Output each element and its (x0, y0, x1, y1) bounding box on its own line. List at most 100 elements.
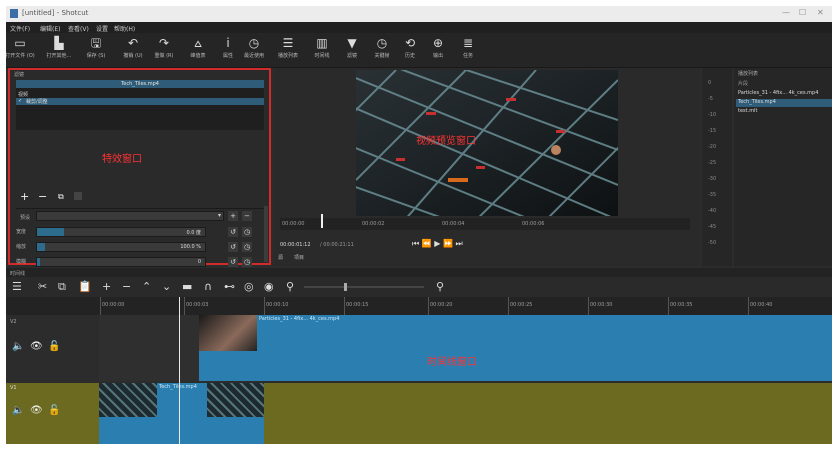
playlist-column: 片段 (738, 81, 749, 87)
reset-icon[interactable]: ↺ (228, 257, 238, 267)
save-button[interactable]: 🖫 保存 (S) (76, 35, 116, 59)
chevron-down-icon: ▾ (217, 212, 221, 219)
meter-tick: -45 (708, 224, 717, 230)
slider-zoom[interactable]: 缩放 100.0 % (16, 242, 226, 252)
reset-icon[interactable]: ↺ (228, 227, 238, 237)
tab-source[interactable]: 源 (278, 254, 283, 261)
play-icon[interactable]: ▶ (434, 239, 440, 248)
slider-track[interactable]: 100.0 % (36, 242, 206, 252)
title-bar: [untitled] - Shotcut — ☐ ✕ (6, 6, 832, 22)
fast-forward-icon[interactable]: ⏩ (443, 239, 453, 248)
checkbox-icon[interactable]: ✓ (18, 98, 22, 104)
copy-icon[interactable]: ⧉ (58, 280, 66, 294)
filters-header: 滤镜 (14, 72, 25, 78)
ripple-all-icon[interactable]: ◉ (264, 280, 274, 293)
save-preset-icon[interactable]: + (228, 211, 238, 221)
effects-window-label: 特效窗口 (102, 154, 142, 165)
toolbar-label: 任务 (462, 53, 473, 59)
add-filter-icon[interactable]: + (20, 190, 29, 203)
paste-filter-icon[interactable] (74, 192, 82, 200)
lock-icon[interactable]: 🔓 (48, 405, 60, 416)
preset-select[interactable]: ▾ (36, 211, 224, 221)
maximize-button[interactable]: ☐ (799, 8, 806, 17)
close-button[interactable]: ✕ (817, 8, 824, 17)
folder-open-button[interactable]: ▭ 打开文件 (O) (6, 35, 40, 59)
filters-scrollbar[interactable] (264, 206, 268, 262)
timeline-playhead[interactable] (179, 297, 180, 444)
keyframe-icon[interactable]: ◷ (242, 227, 252, 237)
lift-icon[interactable]: ⌃ (142, 280, 151, 293)
scrub-playhead[interactable] (321, 214, 323, 228)
meter-tick: -20 (708, 144, 717, 150)
eye-icon[interactable]: 👁 (30, 341, 43, 352)
meter-tick: -5 (708, 96, 713, 102)
clip-thumbnail (207, 383, 264, 417)
minimize-button[interactable]: — (782, 8, 790, 17)
append-icon[interactable]: + (102, 280, 111, 293)
scrub-icon[interactable]: ⊷ (224, 280, 235, 293)
lock-icon[interactable]: 🔓 (48, 341, 60, 352)
eye-icon[interactable]: 👁 (30, 405, 43, 416)
timeline-clip-v1[interactable]: Tech_Tiles.mp4 (99, 383, 264, 444)
copy-filter-icon[interactable]: ⧉ (58, 192, 64, 202)
reset-icon[interactable]: ↺ (228, 242, 238, 252)
slider-track[interactable]: 0 (36, 257, 206, 267)
video-preview[interactable]: 视频预览窗口 (356, 70, 618, 216)
ruler-line (588, 297, 589, 315)
skip-next-icon[interactable]: ⏭ (455, 239, 462, 248)
menu-edit[interactable]: 编辑(E) (40, 24, 60, 33)
playlist-item[interactable]: Tech_Tiles.mp4 (736, 99, 832, 107)
playlist-item[interactable]: test.mlt (736, 108, 832, 116)
menu-file[interactable]: 文件(F) (10, 24, 30, 33)
timeline-ruler[interactable]: 00:00:00 00:00:03 00:00:10 00:00:15 00:00:20… (6, 297, 832, 315)
filter-item[interactable]: ✓ 裁剪/调整 (16, 98, 264, 105)
mute-icon[interactable]: 🔈 (12, 341, 24, 352)
menu-icon[interactable]: ☰ (12, 280, 22, 293)
audio-meter: 0 -5 -10 -15 -20 -25 -30 -35 -40 -45 -50 (702, 68, 732, 266)
menu-view[interactable]: 查看(V) (68, 24, 89, 33)
toolbar-label: 打开文件 (O) (6, 53, 35, 59)
filter-list[interactable]: Tech_Tiles.mp4 视频 ✓ 裁剪/调整 (16, 80, 264, 130)
clip-thumbnail (199, 315, 257, 351)
rewind-icon[interactable]: ⏪ (422, 239, 432, 248)
slider-track[interactable]: 0.0 度 (36, 227, 206, 237)
slider-width[interactable]: 宽度 0.0 度 (16, 227, 226, 237)
playlist-item[interactable]: Particles_31 - 4fix... 4k_ces.mp4 (736, 90, 832, 98)
slider-name: 宽度 (16, 229, 27, 235)
keyframe-icon[interactable]: ◷ (242, 257, 252, 267)
scrub-bar[interactable]: 00:00:00 00:00:02 00:00:04 00:00:06 (280, 214, 690, 230)
ruler-line (428, 297, 429, 315)
tab-project[interactable]: 项目 (294, 254, 304, 261)
slider-fill (37, 228, 64, 236)
menu-help[interactable]: 帮助(H) (114, 24, 135, 33)
jobs-button[interactable]: ≣ 任务 (448, 35, 488, 59)
split-icon[interactable]: ▬ (182, 280, 192, 293)
zoom-in-icon[interactable]: ⚲ (436, 280, 444, 293)
ruler-line (184, 297, 185, 315)
zoom-out-icon[interactable]: ⚲ (286, 280, 294, 293)
overwrite-icon[interactable]: ⌄ (162, 280, 171, 293)
timeline-clip-v2[interactable]: Particles_31 - 4fix... 4k_ces.mp4 时间线窗口 (199, 315, 832, 381)
slider-blur[interactable]: 模糊 0 (16, 257, 226, 267)
mute-icon[interactable]: 🔈 (12, 405, 24, 416)
ruler-tick: 00:00:25 (510, 302, 533, 308)
ruler-tick: 00:00:20 (430, 302, 453, 308)
open-other-button[interactable]: ▙ 打开其他… (39, 35, 79, 59)
filter-clip-name: Tech_Tiles.mp4 (16, 80, 264, 88)
paste-icon[interactable]: 📋 (78, 280, 92, 293)
remove-filter-icon[interactable]: − (38, 190, 47, 203)
menu-settings[interactable]: 设置 (96, 24, 108, 33)
ripple-delete-icon[interactable]: − (122, 280, 131, 293)
snap-icon[interactable]: ∩ (204, 280, 212, 293)
zoom-slider[interactable] (304, 283, 424, 291)
cut-icon[interactable]: ✂ (38, 280, 47, 293)
delete-preset-icon[interactable]: − (242, 211, 252, 221)
zoom-slider-handle[interactable] (344, 283, 347, 291)
skip-previous-icon[interactable]: ⏮ (412, 239, 419, 248)
ruler-tick: 00:00:15 (346, 302, 369, 308)
ruler-line (344, 297, 345, 315)
current-time[interactable]: 00:00:01:12 (280, 242, 311, 248)
ripple-icon[interactable]: ◎ (244, 280, 254, 293)
keyframe-icon[interactable]: ◷ (242, 242, 252, 252)
meter-tick: -40 (708, 208, 717, 214)
